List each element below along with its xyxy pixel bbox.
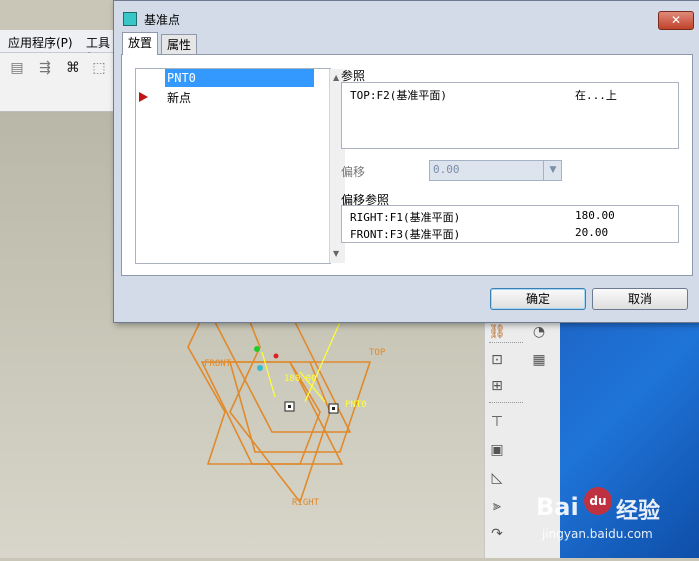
point-label: PNT0 [345,400,367,410]
front-plane-label: FRONT [204,359,232,369]
references-table[interactable]: TOP:F2(基准平面) 在...上 [341,82,679,149]
round-icon[interactable]: ↷ [487,524,507,544]
watermark-brand: Bai [536,493,579,521]
offset-ref-value[interactable]: 20.00 [575,226,608,239]
offset-dropdown[interactable]: 0.00 ▼ [429,160,562,181]
regenerate-icon[interactable]: ⇶ [36,59,54,77]
right-plane-label: RIGHT [292,498,320,508]
list-item-pnt0[interactable]: PNT0 [165,69,314,87]
placement-panel: PNT0 新点 ▲ ▼ 参照 TOP:F2(基准平面) 在...上 偏移 0.0… [121,54,693,276]
scroll-up-icon[interactable]: ▲ [333,73,339,82]
offset-ref-name[interactable]: FRONT:F3(基准平面) [350,226,460,242]
rib-icon[interactable]: ⫸ [487,496,507,516]
list-item-new-point[interactable]: 新点 [165,89,191,107]
offset-ref-value[interactable]: 180.00 [575,209,615,222]
current-item-arrow-icon [139,92,148,102]
offset-label: 偏移 [341,165,366,179]
close-button[interactable]: ✕ [658,11,694,30]
grid-icon[interactable]: ▦ [529,350,549,370]
hole-icon[interactable]: ⊤ [487,412,507,432]
paste-icon[interactable]: ▤ [8,59,26,77]
datum-axis-icon[interactable]: ◔ [529,322,549,342]
watermark-url: jingyan.baidu.com [542,527,653,541]
reference-constraint[interactable]: 在...上 [575,87,617,103]
baidu-watermark: Bai du 经验 jingyan.baidu.com [536,483,696,555]
tab-properties[interactable]: 属性 [161,34,198,55]
scroll-down-icon[interactable]: ▼ [333,249,339,258]
watermark-tagline: 经验 [616,499,661,524]
draft-icon[interactable]: ◺ [487,468,507,488]
dialog-title: 基准点 [144,13,181,27]
datum-point-dialog: 基准点 ✕ 放置 属性 PNT0 新点 ▲ ▼ 参照 TOP:F2(基准平面) … [113,0,699,323]
cancel-button[interactable]: 取消 [592,288,688,310]
watermark-paw-icon: du [584,487,612,515]
ok-button[interactable]: 确定 [490,288,586,310]
select-box-icon[interactable]: ⬚ [90,59,108,77]
offset-references-table[interactable]: RIGHT:F1(基准平面) 180.00 FRONT:F3(基准平面) 20.… [341,205,679,243]
offset-value: 0.00 [433,163,460,176]
datum-point-icon[interactable]: ⊞ [487,376,507,396]
window-icon [123,12,137,26]
app-menubar: 应用程序(P) 工具( [0,30,114,65]
point-list: PNT0 新点 ▲ ▼ [135,68,345,264]
reference-name[interactable]: TOP:F2(基准平面) [350,87,447,103]
chevron-down-icon[interactable]: ▼ [543,161,562,180]
sketch-icon[interactable]: ⊡ [487,350,507,370]
dialog-titlebar[interactable]: 基准点 ✕ [114,1,699,31]
chain-icon[interactable]: ⛓ [487,322,507,342]
find-icon[interactable]: ⌘ [64,59,82,77]
top-plane-label: TOP [369,348,386,358]
app-toolbar: ▤ ⇶ ⌘ ⬚ [0,53,114,112]
shell-icon[interactable]: ▣ [487,440,507,460]
menu-applications[interactable]: 应用程序(P) [8,34,73,51]
offset-dimension-label[interactable]: 180.00 [284,374,317,384]
tab-placement[interactable]: 放置 [122,32,159,55]
offset-ref-name[interactable]: RIGHT:F1(基准平面) [350,209,460,225]
